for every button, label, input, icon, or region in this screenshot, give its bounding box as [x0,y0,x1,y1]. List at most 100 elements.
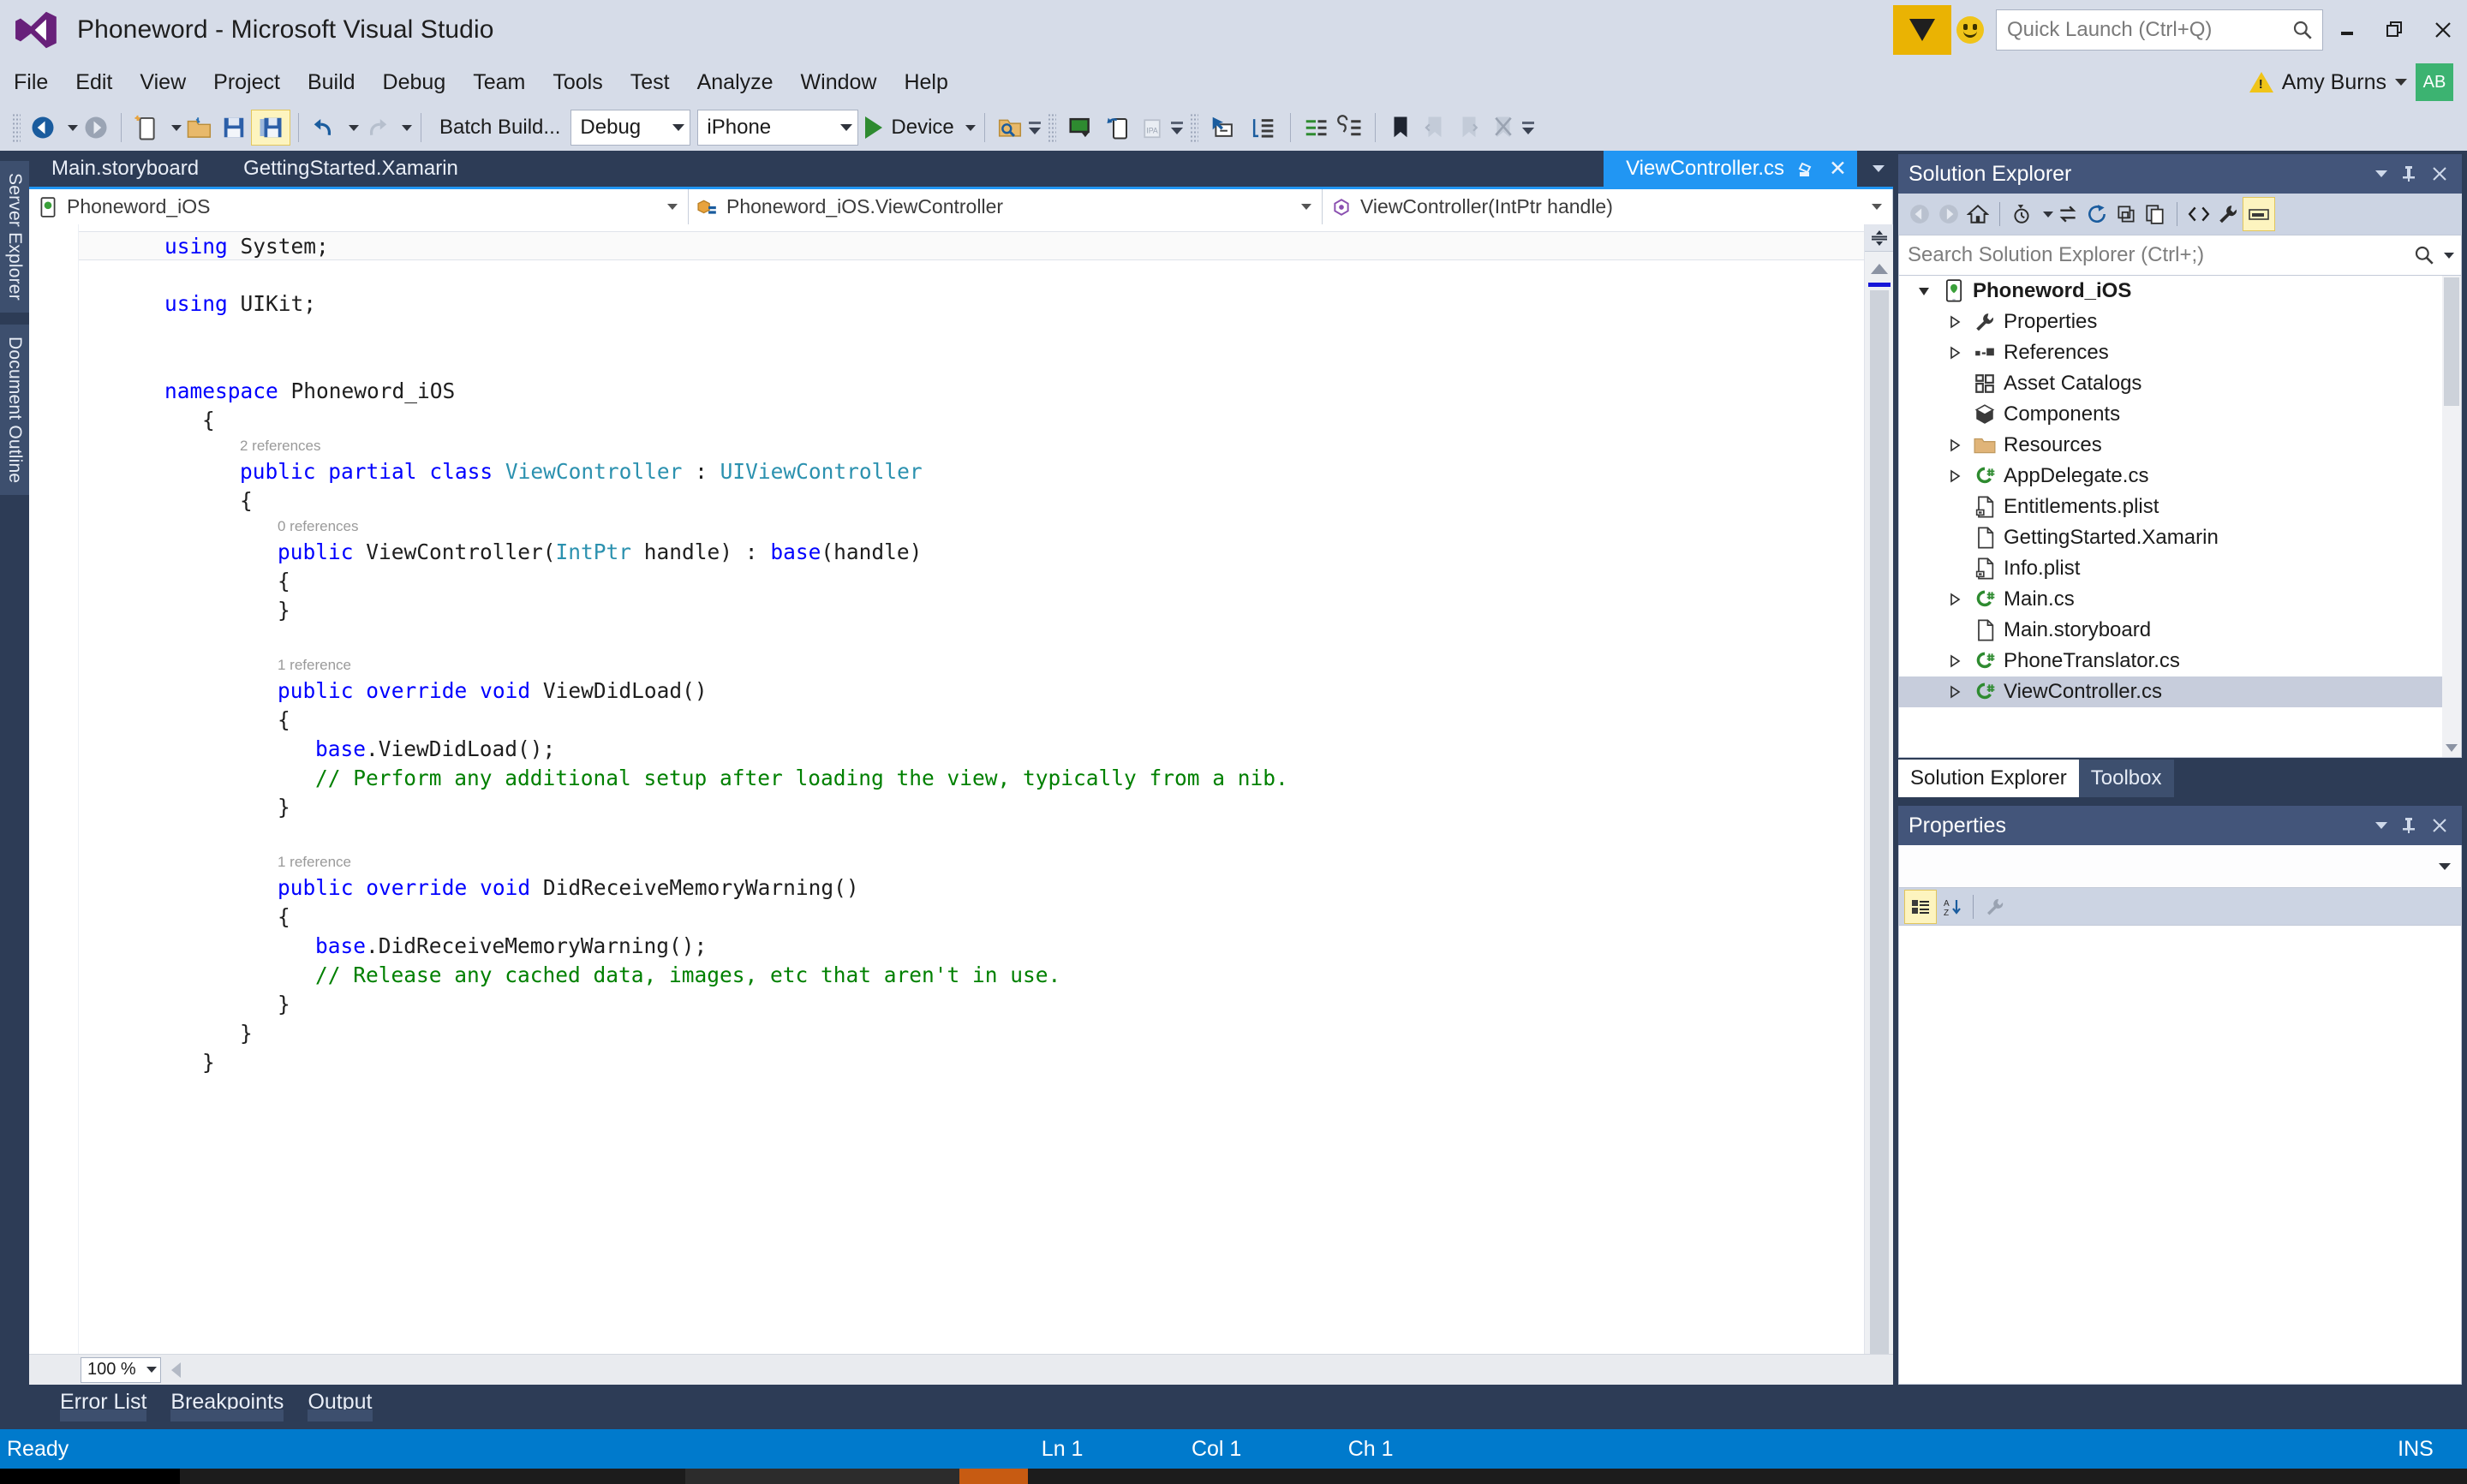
properties-object-select[interactable] [1898,845,2462,888]
document-tab-main-storyboard[interactable]: Main.storyboard [29,151,221,187]
bookmark-icon[interactable] [1383,110,1418,146]
account-name[interactable]: Amy Burns [2282,70,2386,95]
editor-split-handle[interactable] [1864,224,1894,252]
tab-error-list[interactable]: Error List [48,1385,158,1421]
code-lens-reference-count[interactable]: 1 reference [79,851,1864,873]
tree-item-main-cs[interactable]: Main.cs [1899,584,2461,615]
open-file-icon[interactable] [182,110,217,146]
platform-select[interactable]: iPhone [697,110,859,146]
toolbar-overflow-2[interactable] [1170,109,1185,146]
tree-item-gettingstarted-xamarin[interactable]: GettingStarted.Xamarin [1899,522,2461,553]
property-pages-icon[interactable] [1980,890,2010,924]
tree-item-asset-catalogs[interactable]: Asset Catalogs [1899,368,2461,399]
menu-item-tools[interactable]: Tools [539,60,616,104]
tree-item-phoneword-ios[interactable]: Phoneword_iOS [1899,276,2461,307]
show-all-files-icon[interactable] [2141,197,2170,231]
properties-grid[interactable] [1898,926,2462,1385]
save-icon[interactable] [217,110,251,146]
start-debug-icon[interactable] [865,116,883,139]
chevron-down-icon[interactable] [2395,79,2407,86]
tab-toolbox[interactable]: Toolbox [2078,760,2174,797]
code-line[interactable] [79,625,1864,654]
tree-item-references[interactable]: References [1899,337,2461,368]
properties-icon[interactable] [2213,197,2243,231]
menu-item-debug[interactable]: Debug [369,60,460,104]
expander-icon[interactable] [1940,468,1969,484]
code-line[interactable]: // Release any cached data, images, etc … [79,961,1864,990]
run-target-dropdown[interactable] [958,110,977,146]
expander-closed-icon[interactable] [1947,684,1962,700]
tree-item-phonetranslator-cs[interactable]: PhoneTranslator.cs [1899,646,2461,676]
editor-vertical-scrollbar[interactable] [1864,224,1894,1354]
pending-changes-dropdown[interactable] [2036,197,2053,231]
navigate-forward-icon[interactable] [79,110,113,146]
toolbar-overflow-1[interactable] [1028,109,1042,146]
code-line[interactable]: { [79,486,1864,516]
code-line[interactable]: −public override void ViewDidLoad() [79,676,1864,706]
code-lens-reference-count[interactable]: 2 references [79,435,1864,457]
expander-icon[interactable] [1909,283,1938,299]
chevron-down-icon[interactable] [1857,151,1893,187]
code-line[interactable]: } [79,990,1864,1019]
tree-item-entitlements-plist[interactable]: Entitlements.plist [1899,492,2461,522]
menu-item-analyze[interactable]: Analyze [684,60,787,104]
expander-icon[interactable] [1940,314,1969,330]
project-select[interactable]: Phoneword_iOS [29,189,689,224]
code-line[interactable]: −public override void DidReceiveMemoryWa… [79,873,1864,903]
previous-bookmark-icon[interactable] [1418,110,1452,146]
view-code-icon[interactable] [2184,197,2213,231]
flag-icon[interactable] [1893,5,1951,55]
tree-item-resources[interactable]: Resources [1899,430,2461,461]
expander-icon[interactable] [1940,592,1969,607]
menu-item-project[interactable]: Project [200,60,294,104]
code-line[interactable]: base.DidReceiveMemoryWarning(); [79,932,1864,961]
minimize-button[interactable] [2323,0,2371,60]
menu-item-edit[interactable]: Edit [62,60,126,104]
find-in-files-icon[interactable] [993,110,1027,146]
device-sync-icon[interactable] [1101,110,1135,146]
code-line[interactable]: } [79,596,1864,625]
code-line[interactable]: { [79,567,1864,596]
collapse-all-icon[interactable] [2112,197,2141,231]
code-line[interactable]: { [79,903,1864,932]
smiley-icon[interactable] [1956,16,1984,44]
chevron-down-icon[interactable] [2362,157,2393,191]
configuration-select[interactable]: Debug [570,110,691,146]
code-line[interactable] [79,348,1864,377]
search-solution-explorer-input[interactable]: Search Solution Explorer (Ctrl+;) [1898,235,2462,276]
ios-simulator-icon[interactable] [1061,110,1101,146]
tree-item-components[interactable]: Components [1899,399,2461,430]
back-icon[interactable] [1905,197,1934,231]
restore-button[interactable] [2371,0,2419,60]
code-line[interactable] [79,260,1864,289]
menu-item-file[interactable]: File [0,60,62,104]
code-line[interactable]: −namespace Phoneword_iOS [79,377,1864,406]
expander-closed-icon[interactable] [1947,345,1962,361]
save-all-icon[interactable] [251,110,290,146]
scroll-up-icon[interactable] [1870,264,1888,274]
forward-icon[interactable] [1934,197,1963,231]
comment-icon[interactable] [1299,110,1333,146]
code-line[interactable]: // Perform any additional setup after lo… [79,764,1864,793]
scroll-left-icon[interactable] [164,1362,187,1378]
scroll-down-icon[interactable] [2446,744,2458,752]
sidebar-item-document-outline[interactable]: Document Outline [0,324,29,496]
tree-item-info-plist[interactable]: Info.plist [1899,553,2461,584]
code-line[interactable] [79,822,1864,851]
close-icon[interactable] [2424,808,2455,843]
code-text-area[interactable]: −using System;using UIKit;−namespace Pho… [79,224,1864,1354]
code-line[interactable]: −public partial class ViewController : U… [79,457,1864,486]
navigate-back-icon[interactable] [26,110,60,146]
menu-item-test[interactable]: Test [617,60,684,104]
code-line[interactable]: } [79,1048,1864,1077]
document-tab-viewcontroller-cs[interactable]: ViewController.cs ✕ [1604,151,1857,187]
expander-closed-icon[interactable] [1947,468,1962,484]
pin-icon[interactable] [2393,808,2424,843]
menu-item-window[interactable]: Window [787,60,891,104]
code-line[interactable] [79,319,1864,348]
pending-changes-icon[interactable] [2007,197,2036,231]
code-line[interactable]: } [79,1019,1864,1048]
categorized-icon[interactable] [1904,889,1937,924]
code-line[interactable]: −using System; [79,231,1864,260]
document-tab-gettingstarted-xamarin[interactable]: GettingStarted.Xamarin [221,151,481,187]
